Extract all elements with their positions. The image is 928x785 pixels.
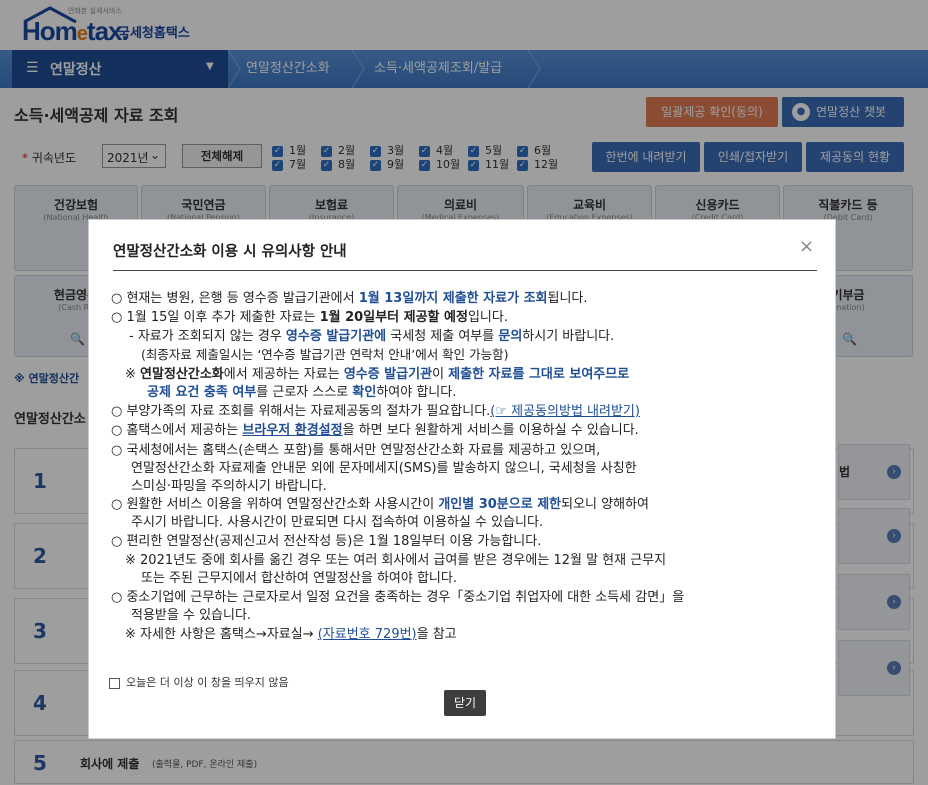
modal-divider [113,270,817,271]
notice-line: 주시기 바랍니다. 사용시간이 만료되면 다시 접속하여 이용하실 수 있습니다… [131,515,544,530]
notice-line: 공제 요건 충족 여부를 근로자 스스로 확인하여야 합니다. [147,385,457,400]
notice-line: ○ 부양가족의 자료 조회를 위해서는 자료제공동의 절차가 필요합니다.(☞ … [111,404,640,419]
browser-settings-link[interactable]: 브라우저 환경설정 [242,423,342,438]
notice-line: ○ 국세청에서는 홈택스(손택스 포함)를 통해서만 연말정산간소화 자료를 제… [111,443,601,458]
close-icon[interactable]: × [799,236,814,257]
notice-line: ※ 2021년도 중에 회사를 옮긴 경우 또는 여러 회사에서 급여를 받은 … [125,553,667,568]
reference-729-link[interactable]: (자료번호 729번) [318,627,417,642]
notice-line: ○ 1월 15일 이후 추가 제출한 자료는 1월 20일부터 제공할 예정입니… [111,310,508,325]
notice-line: ○ 홈택스에서 제공하는 브라우저 환경설정을 하면 보다 원활하게 서비스를 … [111,423,639,438]
notice-line: - 자료가 조회되지 않는 경우 영수증 발급기관에 국세청 제출 여부를 문의… [129,329,615,344]
notice-line: ○ 편리한 연말정산(공제신고서 전산작성 등)은 1월 18일부터 이용 가능… [111,534,542,549]
notice-line: ※ 연말정산간소화에서 제공하는 자료는 영수증 발급기관이 제출한 자료를 그… [125,367,630,382]
notice-line: 또는 주된 근무지에서 합산하여 연말정산을 하여야 합니다. [141,571,457,586]
notice-modal: 연말정산간소화 이용 시 유의사항 안내 × ○ 현재는 병원, 은행 등 영수… [88,219,836,739]
notice-line: ○ 원활한 서비스 이용을 위하여 연말정산간소화 사용시간이 개인별 30분으… [111,497,649,512]
notice-line: 연말정산간소화 자료제출 안내문 외에 문자메세지(SMS)를 발송하지 않으니… [131,461,637,476]
dont-show-today-checkbox[interactable]: 오늘은 더 이상 이 창을 띄우지 않음 [109,674,289,690]
notice-line: 적용받을 수 있습니다. [131,608,252,623]
notice-line: 스미싱·파밍을 주의하시기 바랍니다. [131,479,327,494]
consent-method-download-link[interactable]: (☞ 제공동의방법 내려받기) [490,404,640,419]
notice-line: (최종자료 제출일시는 ‘연수증 발급기관 연락처 안내’에서 확인 가능함) [141,347,509,362]
notice-line: ○ 현재는 병원, 은행 등 영수증 발급기관에서 1월 13일까지 제출한 자… [111,291,588,306]
close-button[interactable]: 닫기 [444,690,486,716]
notice-line: ※ 자세한 사항은 홈택스→자료실→ (자료번호 729번)을 참고 [125,627,457,642]
modal-title: 연말정산간소화 이용 시 유의사항 안내 [113,244,347,260]
notice-line: ○ 중소기업에 근무하는 근로자로서 일정 요건을 충족하는 경우「중소기업 취… [111,590,685,605]
